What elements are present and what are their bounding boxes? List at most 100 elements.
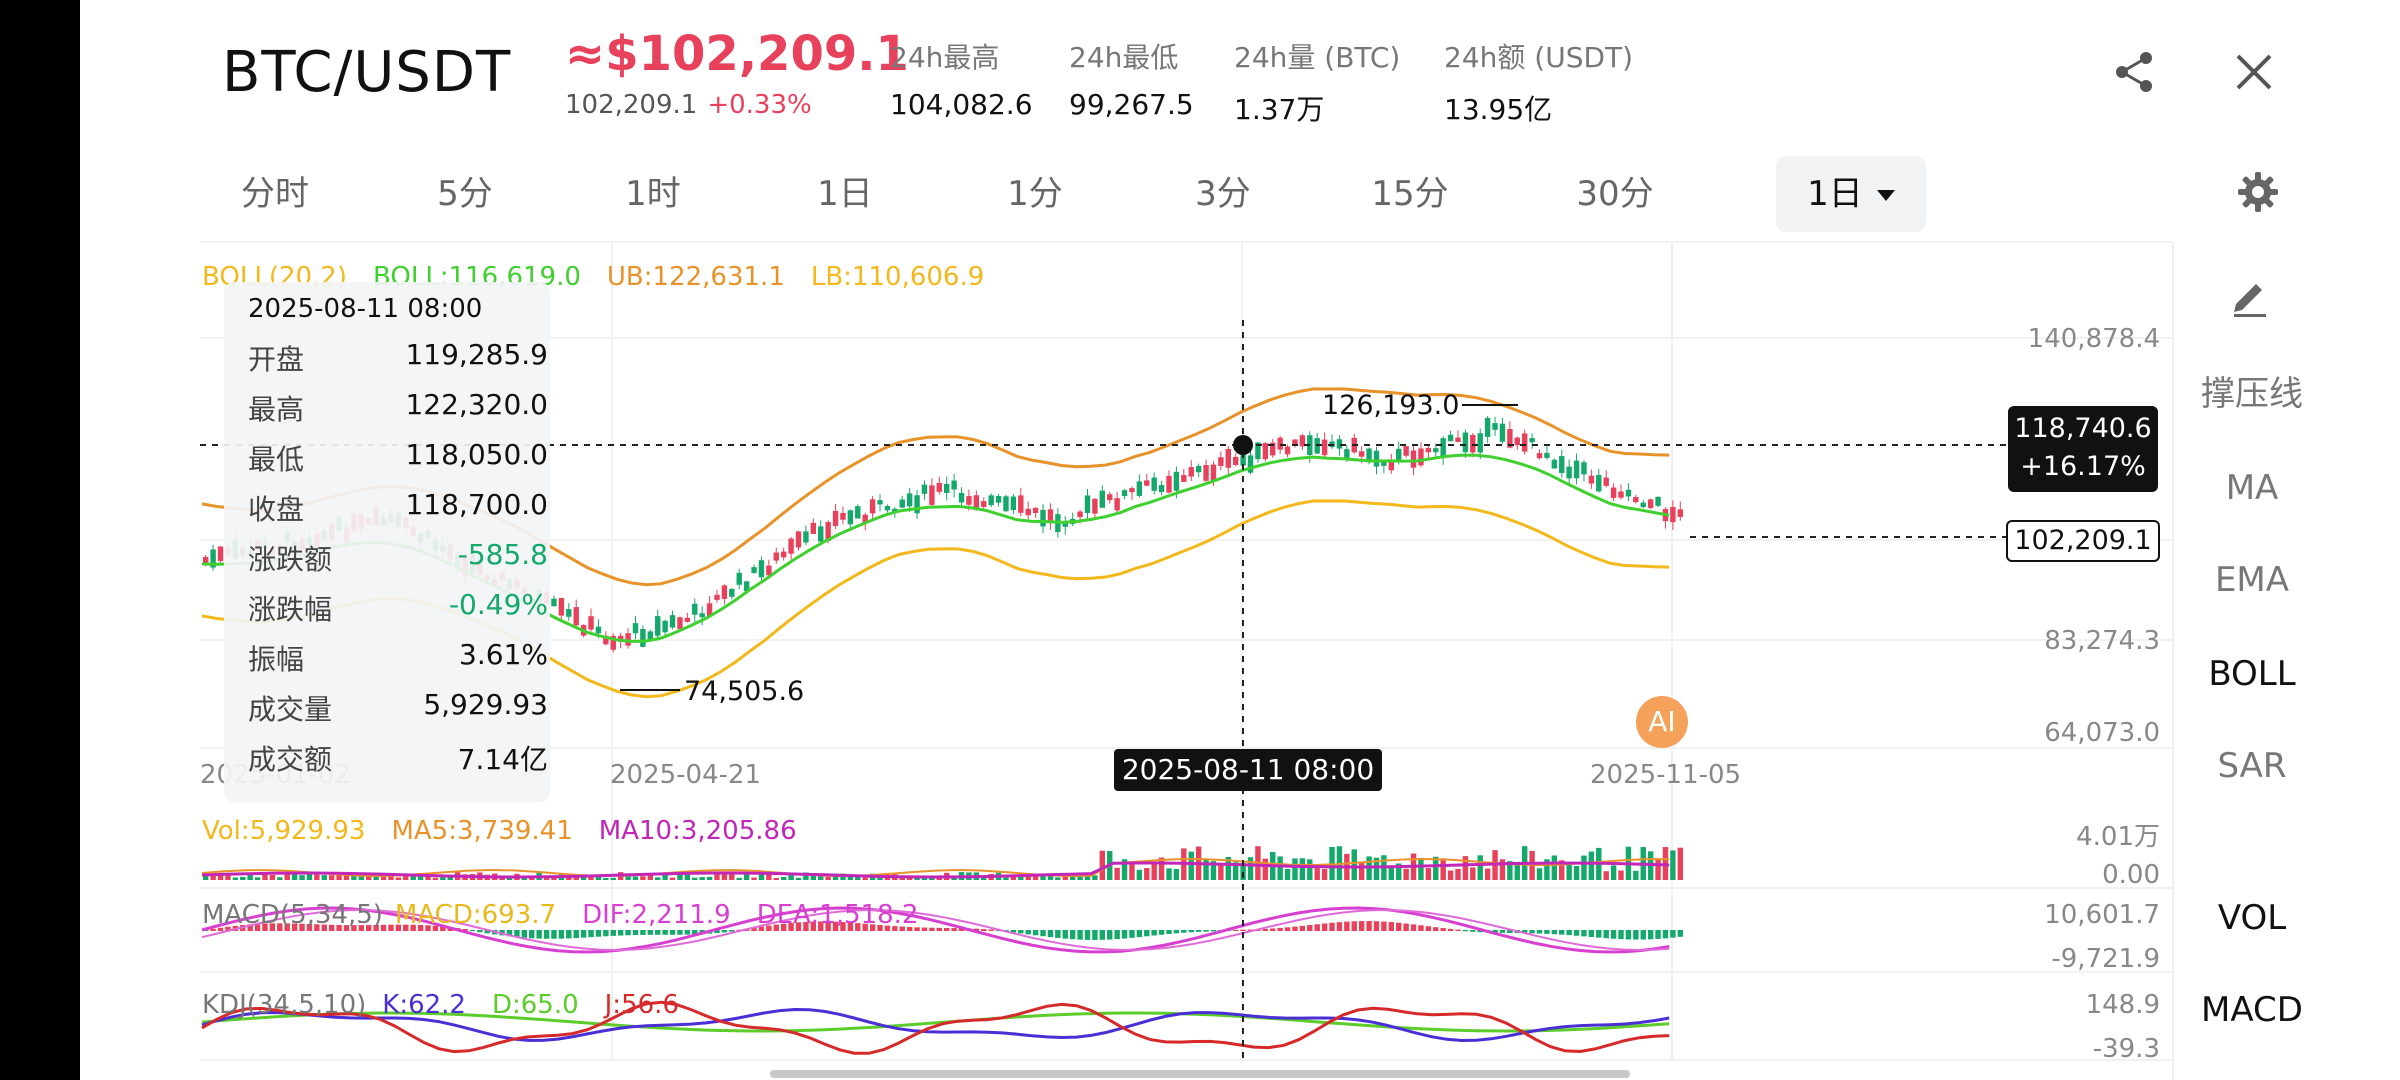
- candle-body: [1529, 438, 1535, 443]
- volume-bar: [432, 877, 439, 880]
- candle-body: [699, 613, 705, 618]
- volume-bar: [1262, 858, 1269, 880]
- volume-bar: [277, 877, 283, 880]
- indicator-macd[interactable]: MACD: [2174, 990, 2330, 1030]
- candle-body: [855, 506, 861, 519]
- indicator-boll[interactable]: BOLL: [2174, 654, 2330, 694]
- volume-bar: [291, 874, 298, 880]
- candle-body: [1492, 423, 1498, 430]
- candle-body: [1462, 432, 1469, 453]
- crosshair-price: 118,740.6: [2014, 413, 2152, 444]
- volume-bar: [269, 875, 276, 880]
- tooltip-label: 开盘: [248, 343, 305, 376]
- macd-bar: [1670, 930, 1676, 938]
- macd-bar: [1588, 930, 1595, 937]
- volume-bar: [1321, 868, 1328, 880]
- high-annotation: 126,193.0: [1322, 390, 1460, 421]
- candle-body: [1618, 491, 1624, 498]
- macd-bar: [1336, 922, 1343, 931]
- volume-bar: [240, 876, 246, 880]
- candle-body: [595, 626, 602, 634]
- volume-bar: [440, 877, 446, 880]
- macd-bar: [543, 930, 550, 939]
- macd-bar: [1062, 930, 1068, 939]
- indicator-support-resistance[interactable]: 撑压线: [2174, 366, 2330, 415]
- tooltip-value: -0.49%: [448, 588, 548, 621]
- volume-bar: [1388, 867, 1395, 880]
- crosshair-date-tag: 2025-08-11 08:00: [1114, 749, 1382, 791]
- volume-bar: [225, 875, 231, 880]
- candle-body: [736, 572, 742, 585]
- macd-bar: [1440, 928, 1446, 931]
- candle-body: [1521, 433, 1528, 452]
- macd-bar: [1470, 930, 1476, 932]
- macd-bar: [1344, 921, 1350, 931]
- volume-bar: [736, 877, 742, 880]
- tooltip-label: 振幅: [248, 643, 305, 676]
- macd-bar: [632, 930, 639, 936]
- candle-body: [936, 483, 942, 492]
- macd-bar: [1581, 930, 1587, 937]
- macd-bar: [1544, 930, 1550, 934]
- candle-body: [1203, 465, 1209, 481]
- candle-body: [1040, 509, 1046, 527]
- volume-bar: [1588, 851, 1595, 880]
- macd-bar: [1136, 930, 1143, 938]
- candle-body: [1158, 485, 1165, 493]
- candle-body: [884, 506, 891, 511]
- volume-bar: [603, 877, 609, 880]
- macd-bar: [1610, 930, 1617, 939]
- volume-bar: [328, 875, 335, 880]
- candle-body: [1010, 496, 1017, 510]
- horizontal-scrollbar[interactable]: [770, 1070, 1630, 1078]
- candle-body: [1647, 499, 1654, 508]
- candle-body: [1670, 506, 1676, 523]
- candle-body: [1077, 511, 1083, 518]
- indicator-sar[interactable]: SAR: [2174, 746, 2330, 786]
- price-scale-mid: 83,274.3: [2044, 626, 2160, 656]
- ai-button[interactable]: AI: [1636, 696, 1688, 748]
- macd-bar: [1566, 930, 1572, 936]
- candle-body: [803, 531, 809, 543]
- macd-bar: [1358, 921, 1365, 931]
- indicator-ma[interactable]: MA: [2174, 468, 2330, 508]
- macd-bar: [1307, 925, 1313, 931]
- volume-bar: [1551, 855, 1558, 880]
- candle-body: [944, 483, 950, 493]
- pencil-icon[interactable]: [2226, 270, 2274, 318]
- volume-bar: [1655, 859, 1661, 880]
- macd-bar: [1373, 921, 1380, 931]
- indicator-ema[interactable]: EMA: [2174, 560, 2330, 600]
- boll-ub-value: UB:122,631.1: [606, 262, 785, 292]
- candle-body: [840, 513, 846, 520]
- candle-body: [981, 501, 987, 507]
- candle-body: [832, 510, 839, 526]
- macd-bar: [1573, 930, 1580, 936]
- candle-body: [1470, 434, 1476, 453]
- candle-body: [788, 538, 794, 554]
- volume-bar: [1536, 868, 1543, 880]
- volume-bar: [1099, 850, 1106, 880]
- candle-body: [758, 560, 765, 578]
- vol-ma10: MA10:3,205.86: [598, 816, 797, 846]
- macd-bar: [1040, 930, 1046, 937]
- volume-bar: [447, 877, 453, 880]
- volume-bar: [862, 877, 868, 880]
- indicator-vol[interactable]: VOL: [2174, 898, 2330, 938]
- volume-bar: [1136, 869, 1143, 880]
- candle-body: [1396, 448, 1402, 460]
- volume-bar: [299, 875, 305, 880]
- candle-body: [1640, 502, 1646, 507]
- tooltip-row-amplitude: 振幅 3.61%: [248, 638, 548, 678]
- crosshair-pct: +16.17%: [2020, 451, 2146, 482]
- candle-body: [1262, 443, 1269, 460]
- macd-bar: [951, 928, 957, 931]
- macd-bar: [1418, 925, 1424, 931]
- candle-body: [899, 499, 905, 508]
- volume-bar: [1358, 862, 1365, 880]
- candle-body: [684, 617, 691, 622]
- volume-bar: [1447, 870, 1454, 880]
- volume-bar: [1633, 870, 1639, 880]
- volume-bar: [1188, 851, 1194, 880]
- candle-body: [1084, 495, 1091, 513]
